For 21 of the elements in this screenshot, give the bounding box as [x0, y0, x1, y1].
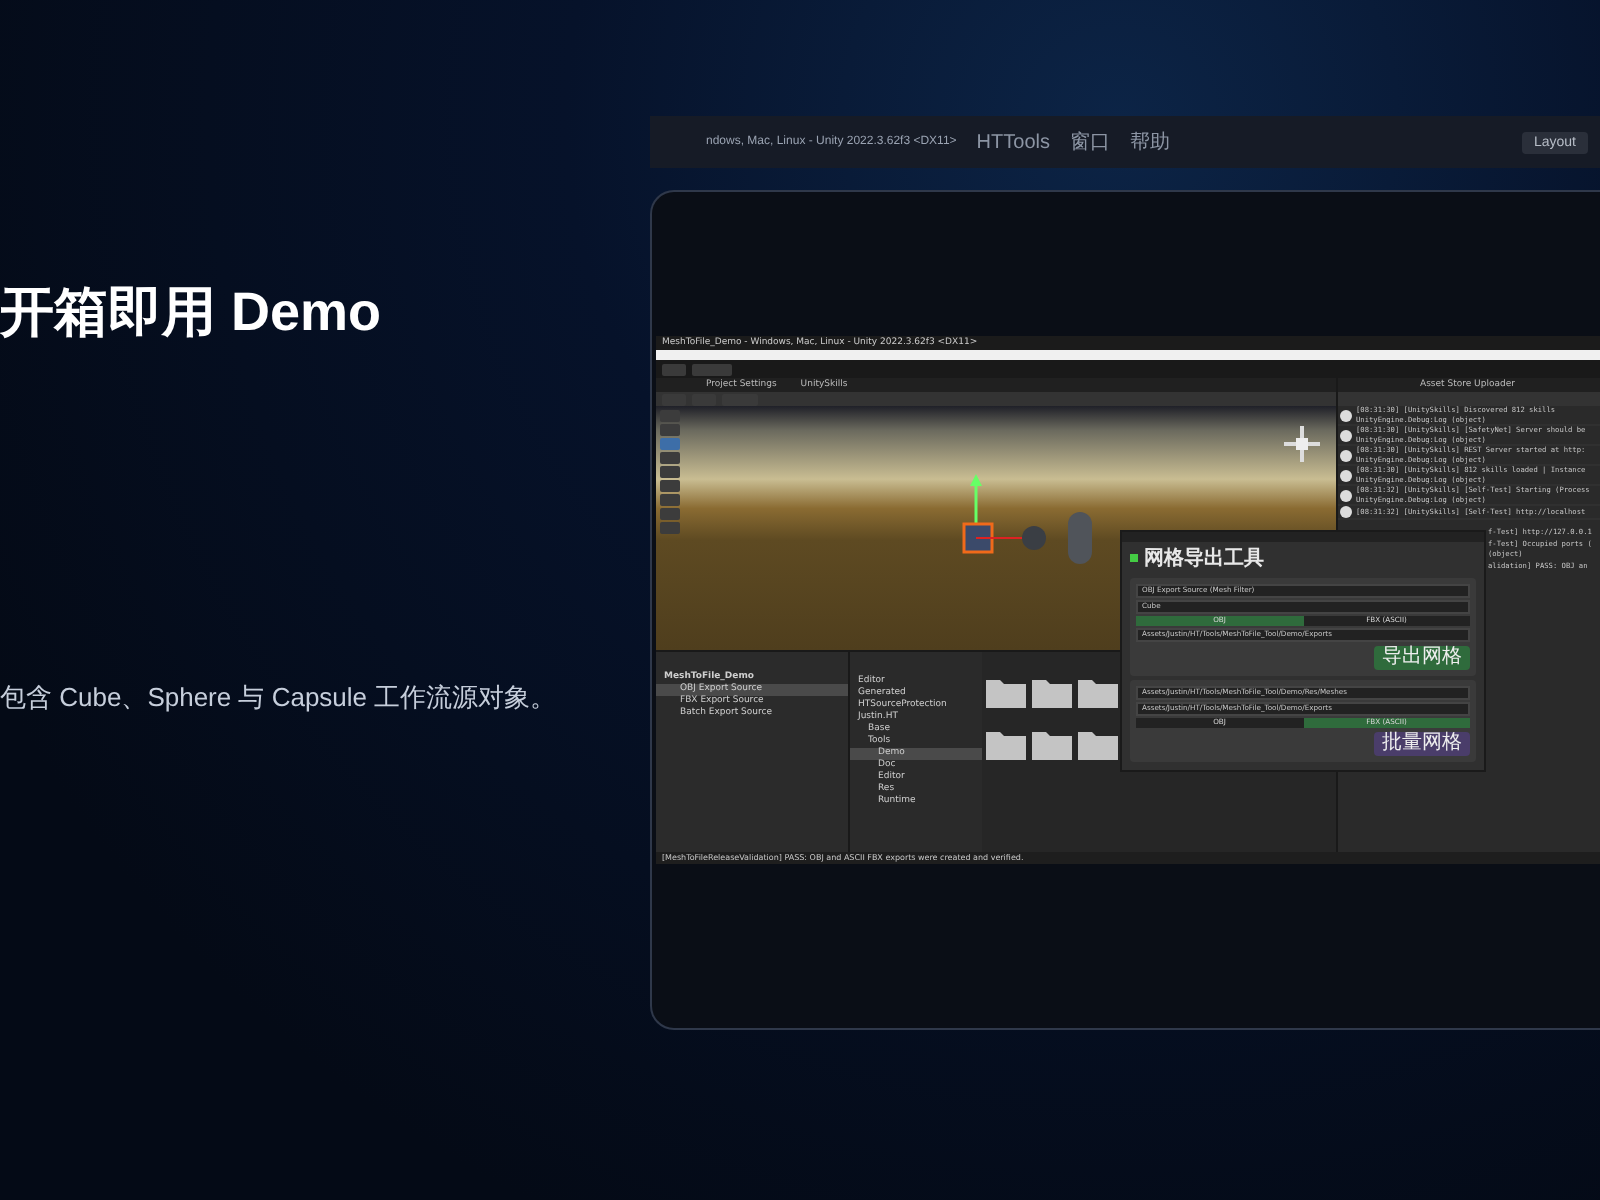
- folder-icon: [1078, 680, 1118, 708]
- axis-gizmo-icon: [1280, 422, 1324, 466]
- folder-icon: [986, 680, 1026, 708]
- toolbar-button[interactable]: [692, 393, 716, 405]
- menu-item[interactable]: 帮助: [1129, 128, 1170, 156]
- toolbar-button[interactable]: [722, 393, 758, 405]
- batch-export-button[interactable]: 批量网格: [1374, 732, 1470, 756]
- panel-title: 网格导出工具: [1144, 545, 1264, 572]
- menu-item[interactable]: 窗口: [1069, 128, 1110, 156]
- toolbar-button[interactable]: [662, 393, 686, 405]
- folder-icon: [1032, 680, 1072, 708]
- folder-icon: [986, 732, 1026, 760]
- folder-icon: [1078, 732, 1118, 760]
- toolbar-button[interactable]: [662, 363, 686, 375]
- menu-item[interactable]: HTTools: [976, 131, 1050, 153]
- folder-icon: [1032, 732, 1072, 760]
- square-icon: [1130, 554, 1138, 562]
- slide-subtitle: 包含 Cube、Sphere 与 Capsule 工作流源对象。: [0, 680, 559, 716]
- slide-title: 开箱即用 Demo: [0, 280, 384, 346]
- toolbar-button[interactable]: [692, 363, 732, 375]
- export-button[interactable]: 导出网格: [1374, 646, 1470, 670]
